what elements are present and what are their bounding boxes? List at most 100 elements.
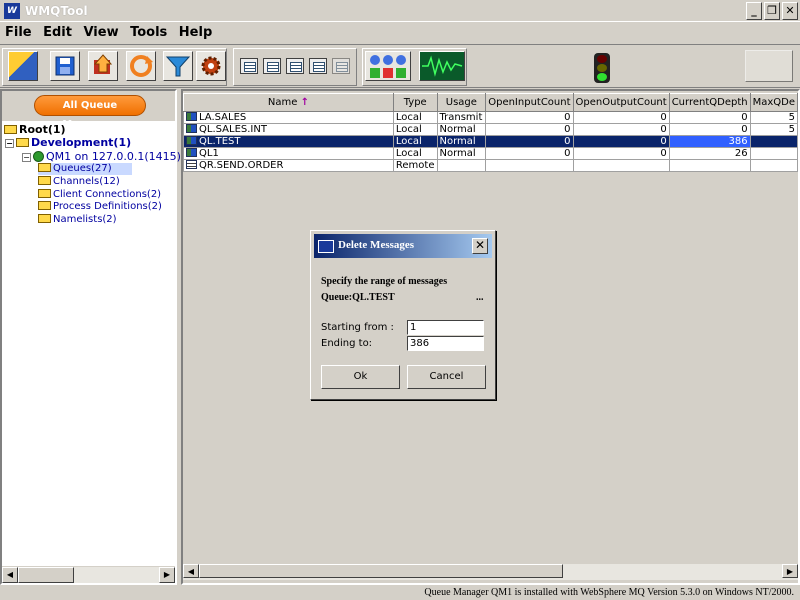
cell-usage: Transmit — [436, 111, 487, 124]
table-row-selected[interactable]: QL.TEST Local Normal 0 0 386 — [183, 135, 798, 148]
cell-max-depth — [749, 147, 798, 160]
end-label: Ending to: — [321, 338, 373, 349]
minimize-button[interactable]: _ — [746, 2, 762, 20]
scroll-thumb[interactable] — [18, 567, 74, 583]
folder-icon — [38, 214, 51, 223]
tree-node-namelists[interactable]: Namelists(2) — [38, 214, 117, 226]
cell-open-input — [485, 159, 574, 172]
status-text: Queue Manager QM1 is installed with WebS… — [424, 587, 794, 598]
tree-node-qm1[interactable]: − QM1 on 127.0.0.1(1415) — [22, 151, 181, 163]
scroll-thumb[interactable] — [199, 564, 563, 578]
menu-file[interactable]: File — [1, 23, 36, 42]
filter-icon[interactable] — [163, 51, 193, 81]
menu-help[interactable]: Help — [175, 23, 216, 42]
tree-label-namelists: Namelists(2) — [53, 214, 117, 225]
title-bar: W WMQTool _ ❐ ✕ — [0, 0, 800, 22]
exit-icon[interactable] — [8, 51, 38, 81]
view-icon-5[interactable] — [332, 58, 350, 74]
tree-node-channels[interactable]: Channels(12) — [38, 176, 120, 188]
scroll-left-icon[interactable]: ◀ — [183, 564, 199, 578]
view-icon-4[interactable] — [309, 58, 327, 74]
app-icon: W — [4, 3, 20, 19]
ok-button[interactable]: Ok — [321, 365, 400, 389]
cell-type: Local — [392, 111, 438, 124]
table-row[interactable]: QL1 Local Normal 0 0 26 — [183, 147, 798, 160]
end-input[interactable]: 386 — [407, 336, 484, 351]
collapse-icon[interactable]: − — [5, 139, 14, 148]
collapse-icon[interactable]: − — [22, 153, 31, 162]
cell-usage — [436, 159, 487, 172]
cell-max-depth: 5 — [749, 123, 798, 136]
scroll-left-icon[interactable]: ◀ — [2, 567, 18, 583]
column-header-usage[interactable]: Usage — [436, 93, 487, 112]
column-header-name[interactable]: Name ↑ — [183, 93, 394, 112]
traffic-light-icon — [594, 53, 610, 83]
scroll-right-icon[interactable]: ▶ — [159, 567, 175, 583]
table-row[interactable]: QL.SALES.INT Local Normal 0 0 0 5 — [183, 123, 798, 136]
menu-view[interactable]: View — [79, 23, 122, 42]
tree-label-root: Root(1) — [19, 123, 66, 136]
cell-name: QR.SEND.ORDER — [199, 160, 284, 171]
save-icon[interactable] — [50, 51, 80, 81]
scroll-right-icon[interactable]: ▶ — [782, 564, 798, 578]
cell-depth: 26 — [668, 147, 751, 160]
sort-ascending-icon: ↑ — [300, 97, 309, 108]
start-input[interactable]: 1 — [407, 320, 484, 335]
tree-node-queues[interactable]: Queues(27) — [38, 163, 132, 175]
cell-max-depth — [749, 135, 798, 148]
restore-button[interactable]: ❐ — [764, 2, 780, 20]
tree-node-root[interactable]: Root(1) — [4, 124, 66, 136]
cell-depth: 386 — [668, 135, 751, 148]
tree-node-process-definitions[interactable]: Process Definitions(2) — [38, 201, 162, 213]
cell-open-input: 0 — [485, 123, 574, 136]
cell-name: LA.SALES — [199, 112, 247, 123]
local-queue-icon — [186, 148, 197, 157]
column-header-current-q-depth[interactable]: CurrentQDepth — [668, 93, 751, 112]
cancel-button[interactable]: Cancel — [407, 365, 486, 389]
cell-type: Local — [392, 147, 438, 160]
folder-icon — [16, 138, 29, 147]
column-header-max-q-depth[interactable]: MaxQDe — [749, 93, 798, 112]
table-row[interactable]: QR.SEND.ORDER Remote — [183, 159, 798, 172]
cell-depth: 0 — [668, 123, 751, 136]
dialog-heading: Specify the range of messages — [321, 276, 448, 287]
table-header-row: Name ↑ Type Usage OpenInputCount OpenOut… — [183, 93, 798, 112]
cell-open-input: 0 — [485, 147, 574, 160]
column-header-open-output-count[interactable]: OpenOutputCount — [572, 93, 670, 112]
settings-icon[interactable] — [196, 51, 226, 81]
dialog-close-button[interactable]: ✕ — [472, 238, 488, 254]
table-row[interactable]: LA.SALES Local Transmit 0 0 0 5 — [183, 111, 798, 124]
all-queue-managers-button[interactable]: All Queue Managers — [34, 95, 146, 130]
upload-icon[interactable] — [88, 51, 118, 81]
close-button[interactable]: ✕ — [782, 2, 798, 20]
status-lights-icon[interactable] — [365, 51, 411, 81]
column-label-name: Name — [267, 97, 298, 108]
cell-usage: Normal — [436, 135, 487, 148]
dialog-title: Delete Messages — [338, 239, 415, 251]
tree-label-queues: Queues(27) — [53, 163, 112, 174]
cell-open-input: 0 — [485, 135, 574, 148]
refresh-icon[interactable] — [126, 51, 156, 81]
cell-max-depth: 5 — [749, 111, 798, 124]
tree-horizontal-scrollbar[interactable]: ◀ ▶ — [2, 566, 175, 583]
panel-icon[interactable] — [745, 50, 793, 82]
table-horizontal-scrollbar[interactable]: ◀ ▶ — [183, 563, 798, 580]
column-header-open-input-count[interactable]: OpenInputCount — [485, 93, 574, 112]
view-icon-1[interactable] — [240, 58, 258, 74]
tree-label-channels: Channels(12) — [53, 176, 120, 187]
menu-edit[interactable]: Edit — [39, 23, 76, 42]
view-icon-3[interactable] — [286, 58, 304, 74]
dialog-title-bar: Delete Messages ✕ — [314, 234, 492, 258]
tree-node-development[interactable]: − Development(1) — [5, 137, 131, 149]
tree-node-client-connections[interactable]: Client Connections(2) — [38, 189, 161, 201]
column-header-type[interactable]: Type — [392, 93, 438, 112]
cell-open-output: 0 — [572, 111, 670, 124]
cell-usage: Normal — [436, 123, 487, 136]
local-queue-icon — [186, 136, 197, 145]
menu-tools[interactable]: Tools — [126, 23, 171, 42]
monitor-icon[interactable] — [419, 51, 465, 81]
cell-name: QL1 — [199, 148, 219, 159]
view-icon-2[interactable] — [263, 58, 281, 74]
queue-manager-icon — [33, 151, 44, 162]
dialog-ellipsis: ... — [476, 292, 484, 303]
